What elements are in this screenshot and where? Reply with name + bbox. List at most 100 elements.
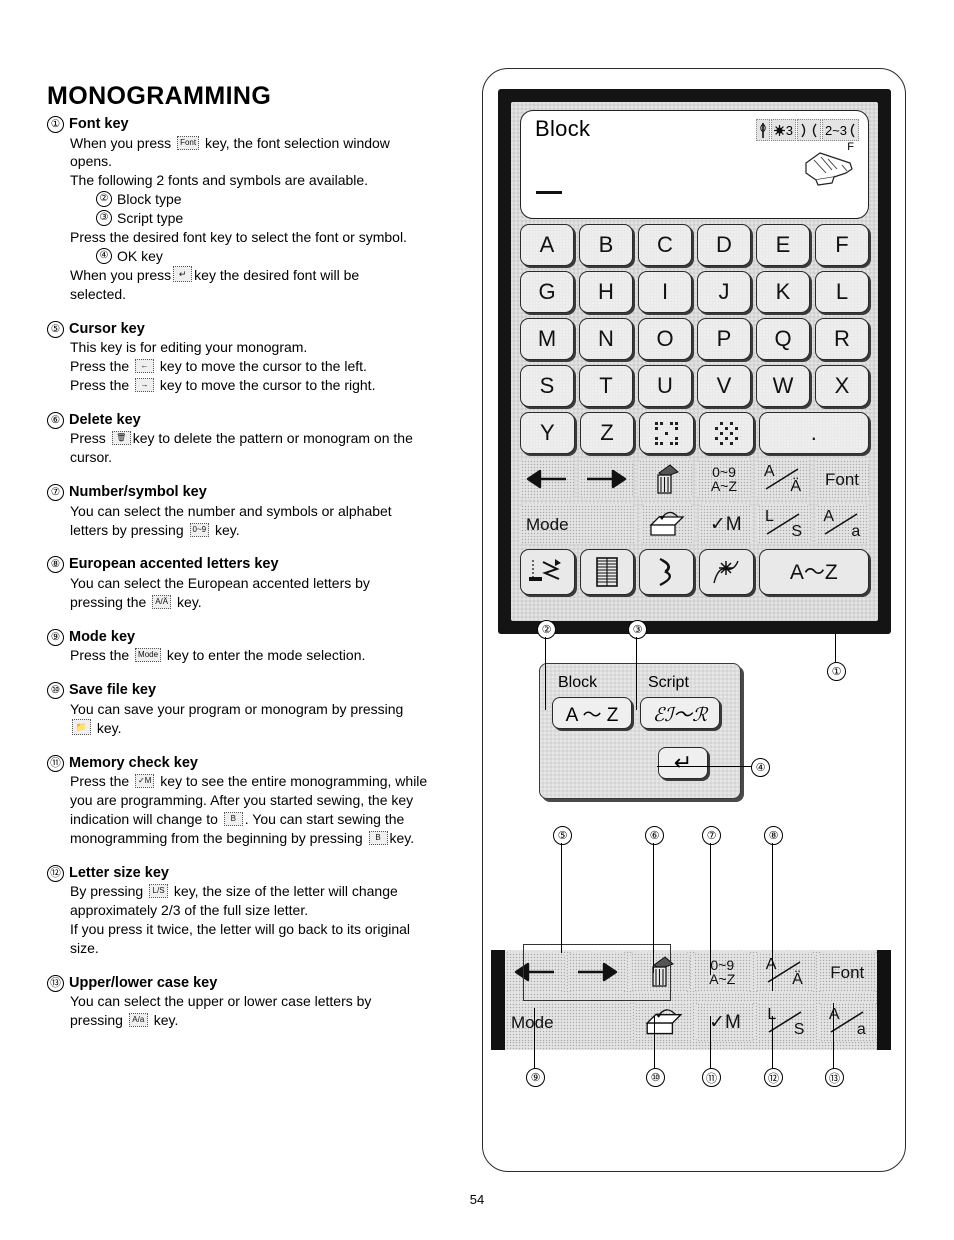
key-V[interactable]: V — [697, 365, 751, 407]
key-P[interactable]: P — [697, 318, 751, 360]
callout-number: ⑪ — [702, 1068, 721, 1087]
memory-check-icon: ✓M — [135, 774, 155, 789]
illustration-column: Block 3 2~3 F A B C D E F G H I J K L M … — [482, 68, 906, 1172]
number-symbol-button[interactable]: 0~9 A~Z — [697, 459, 751, 499]
key-Z[interactable]: Z — [579, 412, 635, 454]
key-M[interactable]: M — [520, 318, 574, 360]
key-U[interactable]: U — [638, 365, 692, 407]
upper-lower-case-button[interactable]: A a — [815, 504, 869, 544]
entry-body: By pressing L/S key, the size of the let… — [70, 882, 467, 958]
save-file-icon: 📁 — [72, 718, 91, 735]
key-X[interactable]: X — [815, 365, 869, 407]
entry-body: You can save your program or monogram by… — [70, 700, 467, 738]
key-I[interactable]: I — [638, 271, 692, 313]
detail-font-button[interactable]: Font — [817, 952, 877, 992]
foot-width-icon — [796, 119, 821, 141]
key-N[interactable]: N — [579, 318, 633, 360]
key-R[interactable]: R — [815, 318, 869, 360]
memory-check-button[interactable]: ✓M — [699, 504, 753, 544]
label-bottom: S — [793, 1021, 805, 1038]
cursor-right-button[interactable] — [579, 459, 633, 499]
script-font-key[interactable]: ℰℐ～ℛ — [640, 697, 720, 729]
entry-title: Cursor key — [69, 320, 145, 337]
detail-save-file-button[interactable] — [634, 1002, 693, 1042]
key-period[interactable]: . — [758, 412, 869, 454]
font-selection-window: Block Script A ～ Z ℰℐ～ℛ ↵ — [539, 663, 741, 799]
entry-save-file-key: ⑩ Save file key You can save your progra… — [47, 681, 467, 737]
letter-size-label: L S — [765, 509, 803, 540]
mode-button[interactable]: Mode — [520, 504, 636, 544]
delete-button[interactable] — [638, 459, 692, 499]
detail-mode-button[interactable]: Mode — [505, 1002, 632, 1042]
key-G[interactable]: G — [520, 271, 574, 313]
stitch-pattern-3-button[interactable] — [639, 549, 694, 595]
stitch-pattern-2-button[interactable] — [579, 549, 635, 595]
callout-number: ⑤ — [553, 826, 572, 845]
detail-accented-letters-button[interactable]: A Ä — [755, 952, 815, 992]
text-line: If you press it twice, the letter will g… — [70, 920, 411, 937]
callout-number: ⑬ — [47, 974, 64, 992]
key-A[interactable]: A — [520, 224, 574, 266]
key-E[interactable]: E — [756, 224, 810, 266]
text-cursor — [536, 191, 562, 194]
key-Y[interactable]: Y — [520, 412, 575, 454]
keyboard-row-4: S T U V W X — [520, 365, 869, 407]
symbol-glyph-2 — [714, 421, 738, 445]
key-D[interactable]: D — [697, 224, 751, 266]
keyboard-row-3: M N O P Q R — [520, 318, 869, 360]
key-O[interactable]: O — [638, 318, 692, 360]
callout-number: ⑩ — [47, 682, 64, 700]
detail-number-symbol-button[interactable]: 0~9 A~Z — [692, 952, 752, 992]
stitch-pattern-1-button[interactable] — [520, 549, 575, 595]
accented-letters-button[interactable]: A Ä — [756, 459, 810, 499]
text-line: When you press ↵ key the desired font will… — [70, 265, 360, 283]
text-line: letters by pressing 0~9 key. — [70, 521, 240, 538]
key-H[interactable]: H — [579, 271, 633, 313]
keyboard-row-5: Y Z . — [520, 412, 869, 454]
function-row-1: 0~9 A~Z A Ä Font — [520, 459, 869, 499]
stitch-length-indicator: 2~3 — [821, 119, 859, 141]
font-button[interactable]: Font — [815, 459, 869, 499]
letter-size-button[interactable]: L S — [757, 504, 811, 544]
cursor-left-button[interactable] — [520, 459, 574, 499]
key-T[interactable]: T — [579, 365, 633, 407]
detail-memory-check-button[interactable]: ✓M — [695, 1002, 755, 1042]
key-S[interactable]: S — [520, 365, 574, 407]
callout-number: ⑨ — [47, 628, 64, 646]
key-K[interactable]: K — [756, 271, 810, 313]
keyboard: A B C D E F G H I J K L M N O P Q R S T … — [520, 224, 869, 600]
callout-number: ⑧ — [764, 826, 783, 845]
sub-item-label: Script type — [117, 210, 184, 227]
entry-number-symbol-key: ⑦ Number/symbol key You can select the n… — [47, 483, 467, 539]
status-bar: 3 2~3 — [755, 119, 859, 141]
text-line: pressing A/a key. — [70, 1012, 179, 1029]
save-file-button[interactable] — [640, 504, 695, 544]
key-L[interactable]: L — [815, 271, 869, 313]
entry-memory-check-key: ⑪ Memory check key Press the ✓M key to s… — [47, 754, 467, 848]
key-W[interactable]: W — [756, 365, 810, 407]
detail-letter-size-button[interactable]: L S — [757, 1002, 816, 1042]
text-line: By pressing L/S key, the size of the let… — [70, 883, 398, 900]
ok-key[interactable]: ↵ — [658, 747, 708, 779]
key-symbol-1[interactable] — [639, 412, 694, 454]
entry-delete-key: ⑥ Delete key Press 🗑 key to delete the pa… — [47, 411, 467, 467]
key-B[interactable]: B — [579, 224, 633, 266]
text-line: selected. — [70, 285, 127, 302]
callout-number: ③ — [96, 210, 112, 227]
key-Q[interactable]: Q — [756, 318, 810, 360]
stitch-pattern-4-button[interactable] — [698, 549, 754, 595]
detail-upper-lower-case-button[interactable]: A a — [818, 1002, 878, 1042]
sub-item-script-type: ③ Script type — [96, 209, 467, 228]
key-F[interactable]: F — [815, 224, 869, 266]
text-line: You can select the European accented let… — [70, 574, 370, 591]
block-font-key[interactable]: A ～ Z — [552, 697, 632, 729]
callout-number: ① — [47, 116, 64, 133]
key-C[interactable]: C — [638, 224, 692, 266]
key-symbol-2[interactable] — [698, 412, 754, 454]
entry-upper-lower-case-key: ⑬ Upper/lower case key You can select th… — [47, 974, 467, 1030]
label-bottom: Ä — [792, 971, 803, 988]
callout-number: ⑤ — [47, 320, 64, 338]
key-J[interactable]: J — [697, 271, 751, 313]
monogram-button[interactable]: A～Z — [758, 549, 869, 595]
text-line: You can save your program or monogram by… — [70, 700, 404, 717]
